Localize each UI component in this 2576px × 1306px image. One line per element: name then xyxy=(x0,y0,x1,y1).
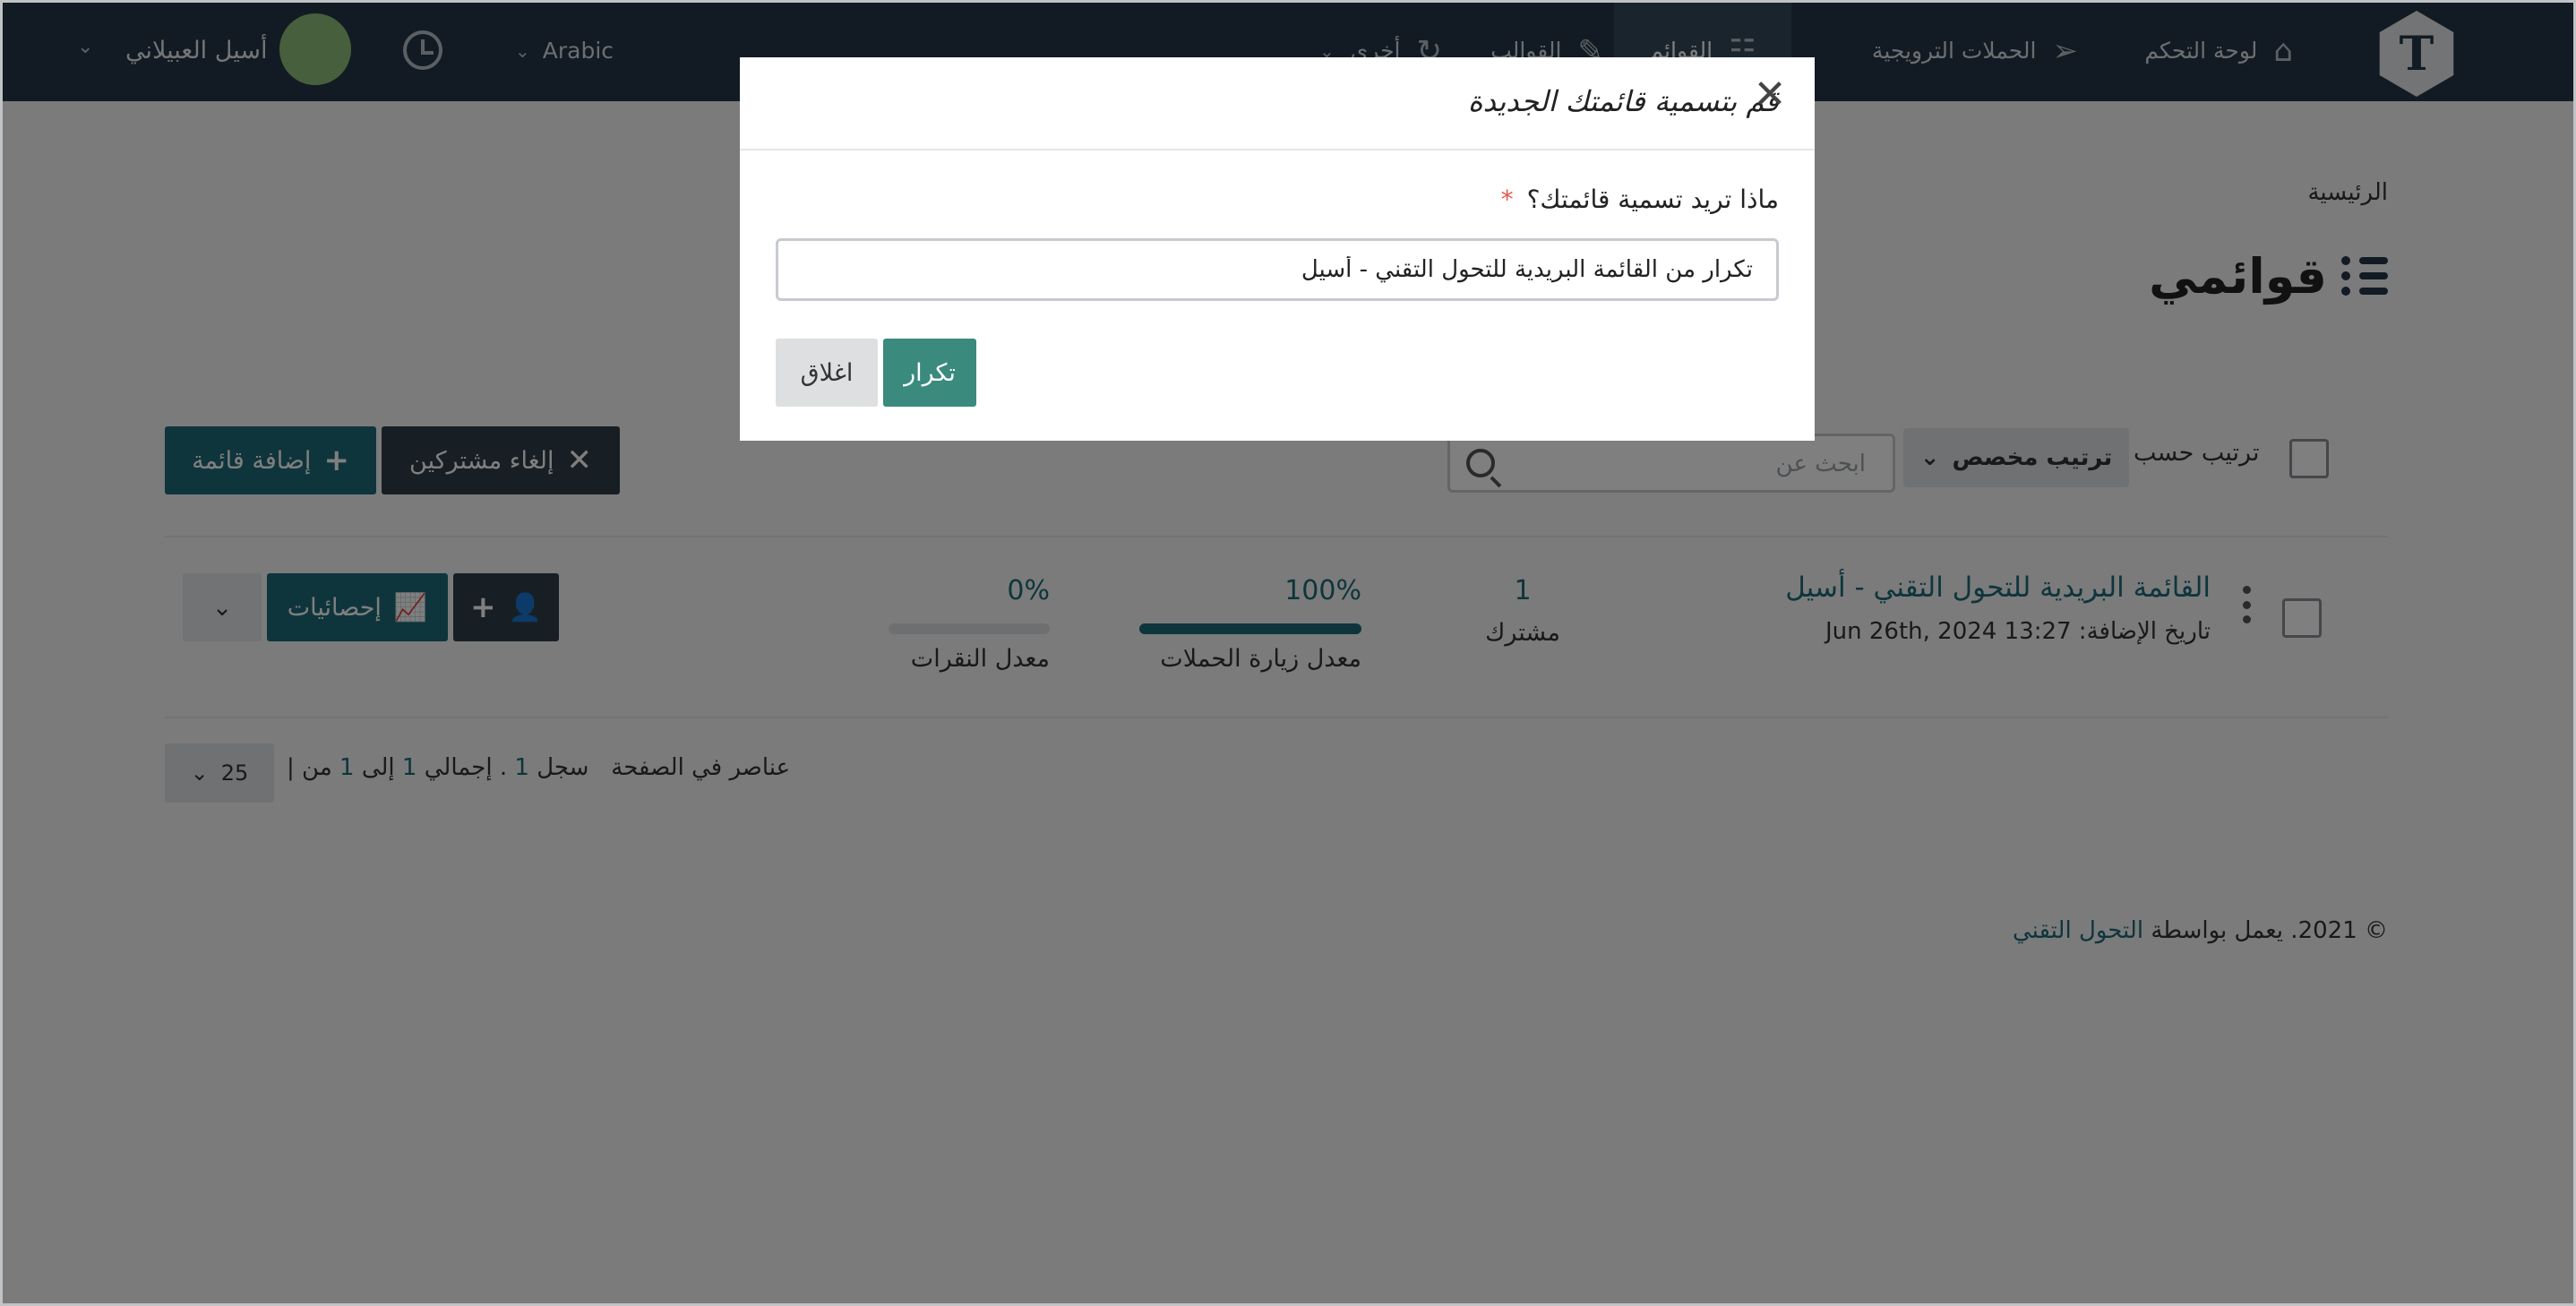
field-label: ماذا تريد تسمية قائمتك؟ * xyxy=(1501,185,1779,214)
close-icon[interactable]: ✕ xyxy=(1752,75,1788,115)
modal-title: قم بتسمية قائمتك الجديدة xyxy=(1467,84,1779,118)
modal-header: قم بتسمية قائمتك الجديدة ✕ xyxy=(740,57,1815,150)
required-mark: * xyxy=(1500,185,1514,214)
field-label-text: ماذا تريد تسمية قائمتك؟ xyxy=(1526,185,1779,214)
rename-list-modal: قم بتسمية قائمتك الجديدة ✕ ماذا تريد تسم… xyxy=(740,57,1815,441)
list-name-input[interactable] xyxy=(776,238,1779,301)
close-modal-button[interactable]: اغلاق xyxy=(776,339,878,407)
duplicate-button[interactable]: تكرار xyxy=(883,339,976,407)
app-screen: T ⌂ لوحة التحكم ➢ الحملات الترويجية ☷ ال… xyxy=(0,0,2576,1306)
